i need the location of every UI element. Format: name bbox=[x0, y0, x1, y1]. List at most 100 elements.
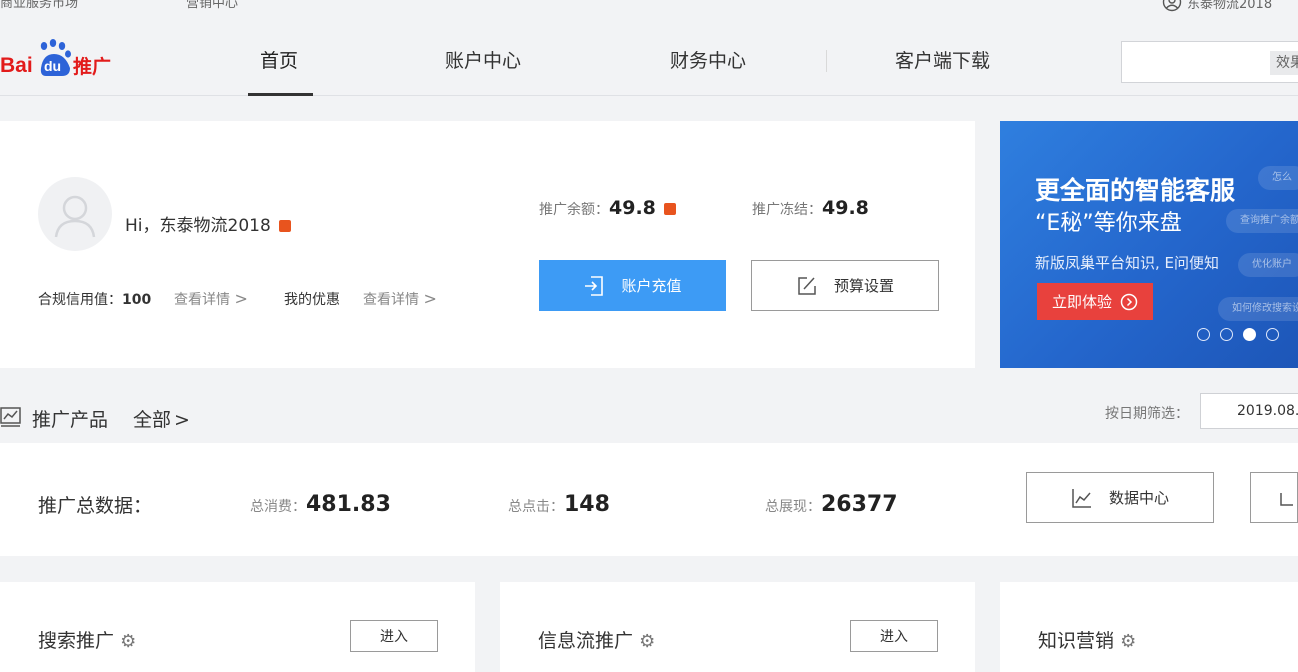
chevron-right-icon: > bbox=[234, 289, 248, 308]
nav-client-download[interactable]: 客户端下载 bbox=[895, 46, 990, 73]
spend-value: 481.83 bbox=[306, 492, 391, 517]
recharge-label: 账户充值 bbox=[621, 277, 682, 295]
impressions-value: 26377 bbox=[821, 492, 898, 517]
default-avatar-icon bbox=[54, 195, 96, 238]
all-products-label: 全部 bbox=[133, 409, 172, 431]
offers-detail-link[interactable]: 查看详情 > bbox=[363, 289, 437, 309]
carousel-dots bbox=[1197, 328, 1279, 341]
frozen-balance: 推广冻结：49.8 bbox=[752, 197, 869, 219]
search-input[interactable]: 效果 bbox=[1121, 41, 1298, 83]
credit-score: 合规信用值：100 bbox=[38, 289, 151, 309]
top-utility-bar: 商业服务市场 营销中心 东泰物流2018 bbox=[0, 0, 1298, 22]
export-icon bbox=[1280, 492, 1293, 506]
svg-text:Bai: Bai bbox=[0, 54, 33, 77]
marketing-center-link[interactable]: 营销中心 bbox=[186, 0, 238, 11]
avatar bbox=[38, 177, 112, 251]
enter-button[interactable]: 进入 bbox=[350, 620, 438, 652]
products-title: 推广产品 bbox=[32, 409, 109, 431]
banner-subtitle: “E秘”等你来盘 bbox=[1035, 211, 1182, 236]
total-impressions: 总展现：26377 bbox=[765, 492, 898, 517]
circle-arrow-right-icon bbox=[1120, 293, 1138, 310]
impressions-label: 总展现： bbox=[765, 499, 821, 515]
market-link[interactable]: 商业服务市场 bbox=[0, 0, 78, 11]
faq-bubble[interactable]: 怎么 bbox=[1258, 166, 1298, 190]
card-title-text: 知识营销 bbox=[1038, 630, 1115, 652]
svg-text:推广: 推广 bbox=[73, 55, 111, 78]
gear-icon[interactable]: ⚙ bbox=[120, 631, 136, 652]
card-title: 信息流推广 ⚙ bbox=[538, 626, 655, 653]
balance: 推广余额：49.8 bbox=[539, 197, 676, 219]
line-chart-icon bbox=[1072, 488, 1091, 508]
budget-settings-button[interactable]: 预算设置 bbox=[751, 260, 939, 311]
balance-label: 推广余额： bbox=[539, 202, 609, 218]
frozen-label: 推广冻结： bbox=[752, 202, 822, 218]
greeting-text: Hi，东泰物流2018 bbox=[125, 216, 271, 236]
carousel-dot-active[interactable] bbox=[1243, 328, 1256, 341]
balance-value: 49.8 bbox=[609, 197, 656, 219]
login-arrow-icon bbox=[585, 275, 604, 296]
all-products-link[interactable]: 全部 > bbox=[133, 405, 190, 432]
balance-badge[interactable] bbox=[663, 203, 676, 215]
nav-divider bbox=[826, 50, 827, 72]
clicks-label: 总点击： bbox=[508, 499, 564, 515]
banner-desc: 新版凤巢平台知识, E问便知 bbox=[1035, 254, 1220, 272]
baidu-paw-icon: Bai du 推广 bbox=[0, 39, 111, 78]
nav-account-center[interactable]: 账户中心 bbox=[445, 46, 521, 73]
greeting: Hi，东泰物流2018 bbox=[125, 211, 291, 236]
baidu-promotion-logo[interactable]: Bai du 推广 bbox=[0, 38, 120, 82]
svg-text:du: du bbox=[44, 58, 61, 74]
carousel-dot[interactable] bbox=[1197, 328, 1210, 341]
credit-detail-label: 查看详情 bbox=[174, 292, 230, 308]
carousel-dot[interactable] bbox=[1220, 328, 1233, 341]
credit-label: 合规信用值： bbox=[38, 292, 122, 308]
clicks-value: 148 bbox=[564, 492, 610, 517]
chevron-right-icon: > bbox=[174, 409, 190, 431]
promo-banner[interactable]: 怎么 查询推广余额 优化账户 如何修改搜索设置 更全面的智能客服 “E秘”等你来… bbox=[1000, 121, 1298, 368]
user-menu[interactable]: 东泰物流2018 bbox=[1162, 0, 1272, 12]
nav-active-underline bbox=[248, 93, 313, 96]
budget-label: 预算设置 bbox=[833, 277, 894, 295]
feed-promotion-card: 信息流推广 ⚙ 进入 bbox=[500, 582, 975, 672]
carousel-dot[interactable] bbox=[1266, 328, 1279, 341]
totals-panel: 推广总数据： 总消费：481.83 总点击：148 总展现：26377 数据中心 bbox=[0, 443, 1298, 556]
recharge-button[interactable]: 账户充值 bbox=[539, 260, 726, 311]
offers-detail-label: 查看详情 bbox=[363, 292, 419, 308]
total-clicks: 总点击：148 bbox=[508, 492, 610, 517]
nav-finance-center[interactable]: 财务中心 bbox=[670, 46, 746, 73]
gear-icon[interactable]: ⚙ bbox=[1120, 631, 1136, 652]
card-title-text: 搜索推广 bbox=[38, 630, 115, 652]
totals-title: 推广总数据： bbox=[38, 495, 153, 517]
search-button[interactable]: 效果 bbox=[1270, 51, 1298, 75]
chevron-right-icon: > bbox=[423, 289, 437, 308]
card-title: 搜索推广 ⚙ bbox=[38, 626, 136, 653]
faq-bubble[interactable]: 如何修改搜索设置 bbox=[1218, 297, 1298, 321]
spend-label: 总消费： bbox=[250, 499, 306, 515]
user-circle-icon bbox=[1162, 0, 1182, 12]
credit-value: 100 bbox=[122, 292, 152, 308]
nav-home[interactable]: 首页 bbox=[260, 46, 298, 73]
enter-button[interactable]: 进入 bbox=[850, 620, 938, 652]
edit-icon bbox=[798, 276, 816, 295]
faq-bubble[interactable]: 优化账户 bbox=[1238, 253, 1298, 277]
data-center-button[interactable]: 数据中心 bbox=[1026, 472, 1214, 523]
partial-action-button[interactable] bbox=[1250, 472, 1298, 523]
credit-detail-link[interactable]: 查看详情 > bbox=[174, 289, 248, 309]
knowledge-marketing-card: 知识营销 ⚙ bbox=[1000, 582, 1298, 672]
date-filter-input[interactable]: 2019.08. bbox=[1200, 393, 1298, 429]
username-label: 东泰物流2018 bbox=[1187, 0, 1273, 12]
try-now-label: 立即体验 bbox=[1051, 293, 1112, 311]
gear-icon[interactable]: ⚙ bbox=[639, 631, 655, 652]
date-filter-label: 按日期筛选： bbox=[1105, 406, 1189, 422]
main-nav: Bai du 推广 首页 账户中心 财务中心 客户端下载 效果 bbox=[0, 22, 1298, 96]
notice-badge[interactable] bbox=[278, 220, 291, 232]
search-promotion-card: 搜索推广 ⚙ 进入 bbox=[0, 582, 475, 672]
data-center-label: 数据中心 bbox=[1108, 489, 1169, 507]
banner-title: 更全面的智能客服 bbox=[1035, 176, 1236, 205]
card-title: 知识营销 ⚙ bbox=[1038, 626, 1136, 653]
card-title-text: 信息流推广 bbox=[538, 630, 634, 652]
try-now-button[interactable]: 立即体验 bbox=[1037, 283, 1153, 320]
total-spend: 总消费：481.83 bbox=[250, 492, 391, 517]
account-panel: Hi，东泰物流2018 合规信用值：100 查看详情 > 我的优惠 查看详情 >… bbox=[0, 121, 975, 368]
faq-bubble[interactable]: 查询推广余额 bbox=[1226, 209, 1298, 233]
my-offers-label: 我的优惠 bbox=[284, 292, 340, 308]
